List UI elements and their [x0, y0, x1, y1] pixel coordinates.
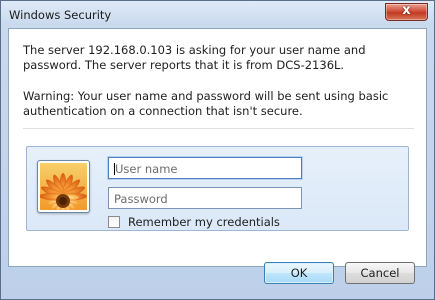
- password-field[interactable]: Password: [108, 187, 302, 209]
- close-icon: x: [402, 3, 411, 18]
- flower-picture: [40, 163, 87, 210]
- dialog-window: Windows Security x The server 192.168.0.…: [0, 0, 435, 300]
- user-tile-flower-icon: [37, 160, 90, 213]
- remember-label[interactable]: Remember my credentials: [128, 215, 280, 229]
- title-bar[interactable]: Windows Security x: [2, 2, 433, 28]
- close-button[interactable]: x: [385, 3, 428, 21]
- divider: [23, 128, 414, 129]
- cancel-button[interactable]: Cancel: [345, 262, 415, 284]
- credential-panel: User name Password Remember my credentia…: [26, 146, 409, 231]
- username-field[interactable]: User name: [108, 157, 302, 179]
- password-placeholder: Password: [114, 192, 168, 206]
- warning-message: Warning: Your user name and password wil…: [23, 89, 389, 118]
- server-message: The server 192.168.0.103 is asking for y…: [23, 43, 366, 72]
- username-placeholder: User name: [115, 162, 178, 176]
- window-title: Windows Security: [9, 8, 112, 22]
- remember-checkbox[interactable]: [108, 216, 120, 228]
- dialog-content: The server 192.168.0.103 is asking for y…: [8, 28, 427, 267]
- ok-button[interactable]: OK: [264, 262, 334, 284]
